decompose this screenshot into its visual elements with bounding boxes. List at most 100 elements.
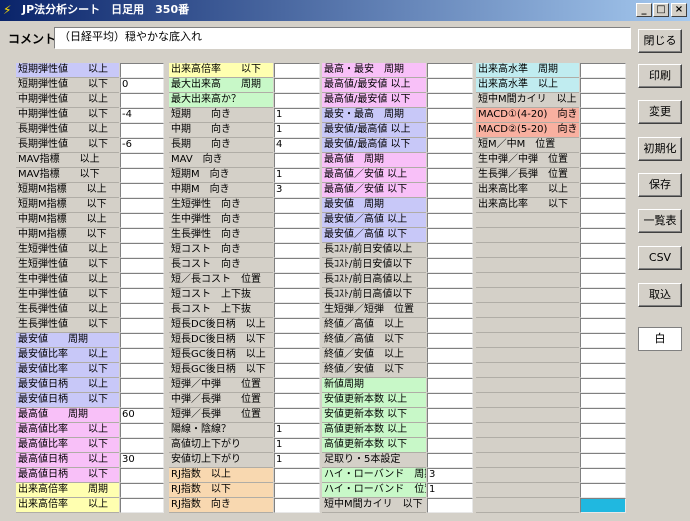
indicator-value-input[interactable] <box>120 228 164 243</box>
indicator-value-input[interactable] <box>427 198 473 213</box>
indicator-value-input[interactable] <box>580 453 626 468</box>
indicator-value-input[interactable] <box>274 318 320 333</box>
indicator-value-input[interactable] <box>580 363 626 378</box>
indicator-value-input[interactable] <box>274 198 320 213</box>
indicator-value-input[interactable] <box>427 318 473 333</box>
minimize-button[interactable]: _ <box>636 3 652 17</box>
indicator-value-input[interactable] <box>274 213 320 228</box>
indicator-value-input[interactable] <box>427 453 473 468</box>
indicator-value-input[interactable] <box>580 138 626 153</box>
indicator-value-input[interactable]: -6 <box>120 138 164 153</box>
indicator-value-input[interactable] <box>580 183 626 198</box>
indicator-value-input[interactable] <box>120 423 164 438</box>
indicator-value-input[interactable] <box>120 198 164 213</box>
indicator-value-input[interactable] <box>274 468 320 483</box>
indicator-value-input[interactable] <box>427 333 473 348</box>
indicator-value-input[interactable] <box>580 123 626 138</box>
indicator-value-input[interactable] <box>120 243 164 258</box>
indicator-value-input[interactable] <box>580 78 626 93</box>
indicator-value-input[interactable] <box>274 93 320 108</box>
indicator-value-input[interactable] <box>120 303 164 318</box>
indicator-value-input[interactable] <box>274 63 320 78</box>
indicator-value-input[interactable] <box>580 318 626 333</box>
print-button[interactable]: 印刷 <box>638 64 682 88</box>
indicator-value-input[interactable]: 1 <box>274 168 320 183</box>
indicator-value-input[interactable] <box>427 108 473 123</box>
indicator-value-input[interactable] <box>274 348 320 363</box>
indicator-value-input[interactable] <box>580 378 626 393</box>
indicator-value-input[interactable] <box>274 363 320 378</box>
indicator-value-input[interactable] <box>427 168 473 183</box>
change-button[interactable]: 変更 <box>638 100 682 124</box>
indicator-value-input[interactable] <box>580 288 626 303</box>
indicator-value-input[interactable] <box>120 288 164 303</box>
indicator-value-input[interactable] <box>120 483 164 498</box>
indicator-value-input[interactable] <box>580 303 626 318</box>
indicator-value-input[interactable]: 3 <box>427 468 473 483</box>
indicator-value-input[interactable] <box>274 153 320 168</box>
indicator-value-input[interactable]: 30 <box>120 453 164 468</box>
indicator-value-input[interactable] <box>274 483 320 498</box>
indicator-value-input[interactable] <box>120 348 164 363</box>
indicator-value-input[interactable]: 1 <box>427 483 473 498</box>
close-button[interactable]: 閉じる <box>638 29 682 53</box>
indicator-value-input[interactable] <box>120 498 164 513</box>
indicator-value-input[interactable]: 3 <box>274 183 320 198</box>
indicator-value-input[interactable] <box>120 333 164 348</box>
indicator-value-input[interactable] <box>120 63 164 78</box>
initialize-button[interactable]: 初期化 <box>638 137 682 161</box>
indicator-value-input[interactable] <box>427 63 473 78</box>
indicator-value-input[interactable] <box>120 393 164 408</box>
indicator-value-input[interactable] <box>427 438 473 453</box>
indicator-value-input[interactable] <box>427 288 473 303</box>
indicator-value-input[interactable] <box>427 153 473 168</box>
indicator-value-input[interactable] <box>580 393 626 408</box>
indicator-value-input[interactable] <box>120 273 164 288</box>
indicator-value-input[interactable] <box>120 213 164 228</box>
indicator-value-input[interactable] <box>427 363 473 378</box>
indicator-value-input[interactable] <box>427 78 473 93</box>
indicator-value-input[interactable] <box>580 438 626 453</box>
close-window-button[interactable]: × <box>671 3 687 17</box>
indicator-value-input[interactable]: 1 <box>274 438 320 453</box>
indicator-value-input[interactable] <box>580 273 626 288</box>
indicator-value-input[interactable] <box>580 63 626 78</box>
indicator-value-input[interactable]: 4 <box>274 138 320 153</box>
indicator-value-input[interactable] <box>274 78 320 93</box>
save-button[interactable]: 保存 <box>638 173 682 197</box>
indicator-value-input[interactable] <box>274 333 320 348</box>
indicator-value-input[interactable] <box>427 303 473 318</box>
indicator-value-input[interactable] <box>427 393 473 408</box>
indicator-value-input[interactable] <box>580 258 626 273</box>
indicator-value-input[interactable] <box>580 243 626 258</box>
indicator-value-input[interactable] <box>580 228 626 243</box>
indicator-value-input[interactable] <box>427 213 473 228</box>
indicator-value-input[interactable] <box>580 408 626 423</box>
indicator-value-input[interactable] <box>120 378 164 393</box>
indicator-value-input[interactable] <box>580 93 626 108</box>
indicator-value-input[interactable]: 0 <box>120 78 164 93</box>
indicator-value-input[interactable] <box>580 108 626 123</box>
indicator-value-input[interactable] <box>427 273 473 288</box>
indicator-value-input[interactable] <box>274 393 320 408</box>
indicator-value-input[interactable] <box>120 318 164 333</box>
indicator-value-input[interactable] <box>427 423 473 438</box>
indicator-value-input[interactable]: -4 <box>120 108 164 123</box>
indicator-value-input[interactable] <box>120 93 164 108</box>
indicator-value-input[interactable] <box>427 228 473 243</box>
indicator-value-input[interactable] <box>274 378 320 393</box>
indicator-value-input[interactable] <box>580 423 626 438</box>
indicator-value-input[interactable] <box>580 168 626 183</box>
indicator-value-input[interactable] <box>580 153 626 168</box>
indicator-value-input[interactable] <box>274 408 320 423</box>
indicator-value-input[interactable] <box>120 363 164 378</box>
indicator-value-input[interactable] <box>427 183 473 198</box>
indicator-value-input[interactable] <box>427 138 473 153</box>
indicator-value-input[interactable] <box>427 93 473 108</box>
indicator-value-input[interactable] <box>580 198 626 213</box>
indicator-value-input[interactable]: 1 <box>274 123 320 138</box>
white-button[interactable]: 白 <box>638 327 682 351</box>
indicator-value-input[interactable] <box>120 168 164 183</box>
list-button[interactable]: 一覧表 <box>638 209 682 233</box>
indicator-value-input[interactable] <box>120 438 164 453</box>
